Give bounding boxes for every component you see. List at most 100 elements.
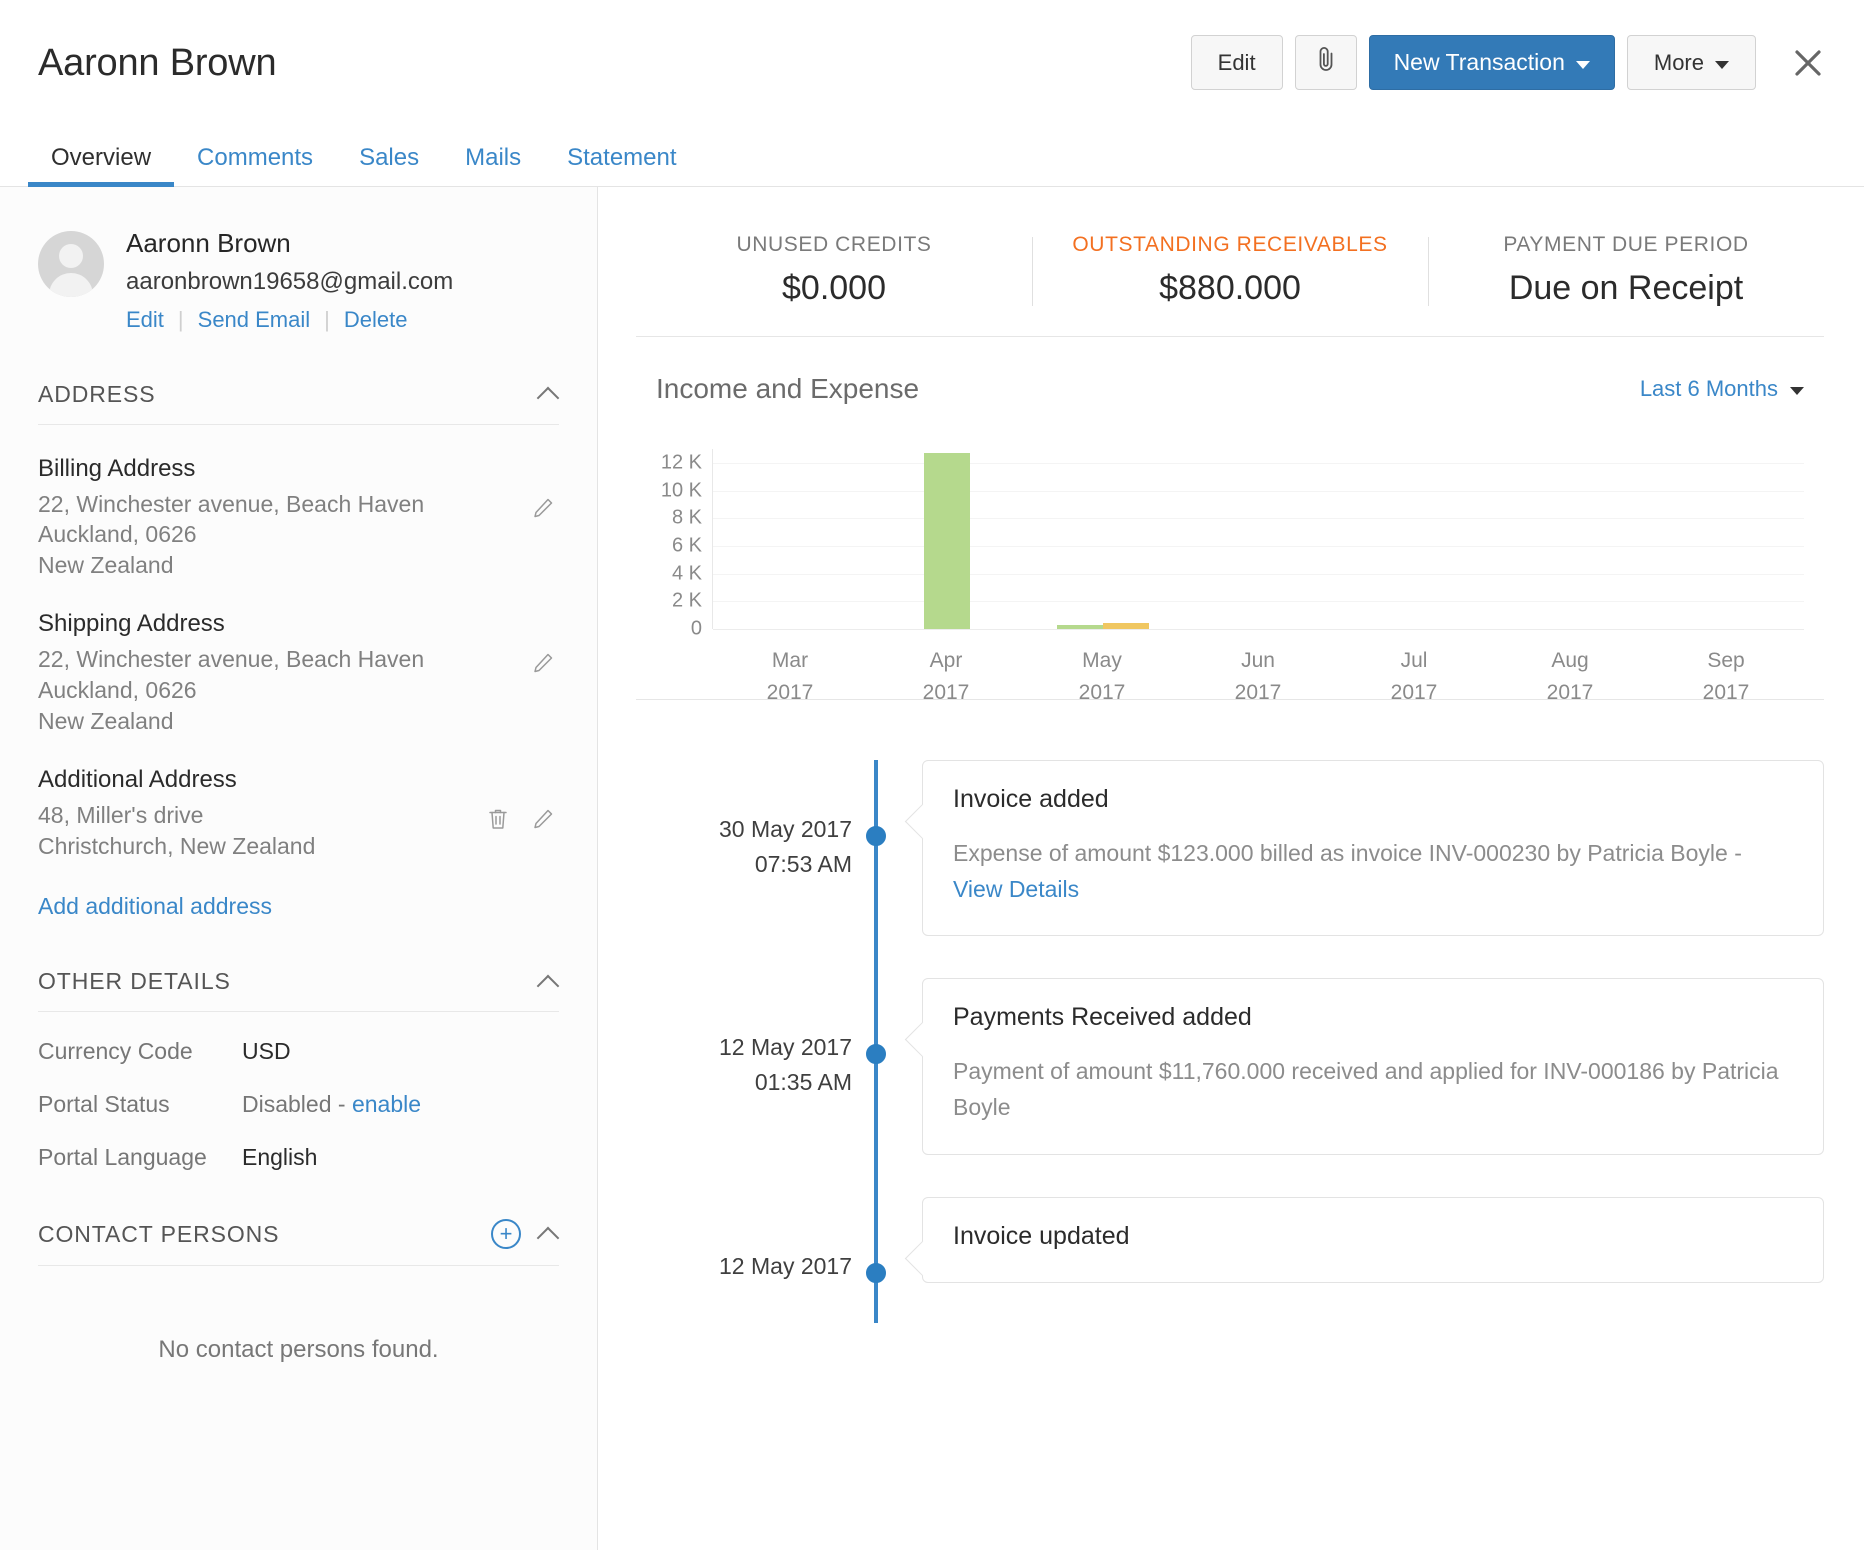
timeline-date: 12 May 2017 [636,1249,852,1284]
chart-bar-group [1025,449,1181,629]
address-section-header[interactable]: ADDRESS [38,381,559,425]
contact-persons-empty-text: No contact persons found. [38,1336,559,1364]
pencil-icon[interactable] [531,807,555,836]
profile-edit-link[interactable]: Edit [126,307,164,333]
shipping-address-label: Shipping Address [38,610,559,638]
more-button[interactable]: More [1627,35,1756,90]
profile-card: Aaronn Brown aaronbrown19658@gmail.com E… [38,227,559,333]
stat-outstanding-receivables: OUTSTANDING RECEIVABLES $880.000 [1032,233,1428,308]
timeline-card-title: Invoice added [953,785,1793,814]
address-section-tools [539,384,559,404]
timeline-date-group: 12 May 2017 01:35 AM [636,978,852,1154]
avatar [38,231,104,297]
trash-icon[interactable] [487,807,509,836]
chevron-up-icon[interactable] [539,384,559,404]
detail-value: Disabled [242,1091,332,1117]
contact-persons-section-header[interactable]: CONTACT PERSONS + [38,1219,559,1266]
header-actions: Edit New Transaction More [1191,35,1830,90]
additional-address-label: Additional Address [38,766,559,794]
chart-x-tick: Mar2017 [712,645,868,708]
close-button[interactable] [1786,41,1830,85]
tab-overview[interactable]: Overview [28,146,174,186]
chart-plot-area: 02 K4 K6 K8 K10 K12 K Mar2017Apr2017May2… [636,449,1824,699]
detail-value-group: Disabled - enable [242,1091,421,1118]
timeline-card: Payments Received added Payment of amoun… [922,978,1824,1154]
timeline-item: 12 May 2017 01:35 AM Payments Received a… [636,978,1824,1154]
additional-address-line-2: Christchurch, New Zealand [38,831,559,862]
new-transaction-button[interactable]: New Transaction [1369,35,1615,90]
chart-x-tick: Sep2017 [1648,645,1804,708]
detail-key: Portal Status [38,1091,242,1118]
shipping-address-line-2: Auckland, 0626 [38,675,559,706]
contact-persons-section-tools: + [491,1219,559,1249]
shipping-address-line-1: 22, Winchester avenue, Beach Haven [38,644,559,675]
profile-email: aaronbrown19658@gmail.com [126,266,453,297]
timeline-card: Invoice updated [922,1197,1824,1284]
chart-range-selector[interactable]: Last 6 Months [1640,376,1804,402]
chart-y-tick: 10 K [661,479,702,502]
new-transaction-label: New Transaction [1394,49,1565,76]
stat-value: $0.000 [656,269,1012,308]
billing-address-actions [531,496,555,525]
address-section-title: ADDRESS [38,381,156,408]
shipping-address-actions [531,651,555,680]
stats-bar: UNUSED CREDITS $0.000 OUTSTANDING RECEIV… [636,233,1824,337]
other-details-section-title: OTHER DETAILS [38,968,231,995]
detail-row-portal-language: Portal Language English [38,1144,559,1171]
timeline-dot [866,1044,886,1064]
chart-bar-group [869,449,1025,629]
timeline-card-title: Payments Received added [953,1003,1793,1032]
chart-y-tick: 8 K [672,507,702,530]
chart-bar-income[interactable] [1057,625,1103,629]
chart-x-tick: May2017 [1024,645,1180,708]
timeline-time: 01:35 AM [636,1065,852,1100]
attachment-button[interactable] [1295,35,1357,90]
profile-send-email-link[interactable]: Send Email [198,307,311,333]
customer-detail-page: Aaronn Brown Edit New Transaction More [0,0,1864,1550]
detail-row-currency-code: Currency Code USD [38,1038,559,1065]
tab-statement[interactable]: Statement [544,146,699,186]
sidebar: Aaronn Brown aaronbrown19658@gmail.com E… [0,187,598,1550]
timeline-date-group: 12 May 2017 [636,1197,852,1284]
enable-portal-link[interactable]: enable [352,1091,421,1117]
chevron-up-icon[interactable] [539,972,559,992]
pencil-icon[interactable] [531,496,555,525]
timeline-dot [866,1263,886,1283]
activity-timeline: 30 May 2017 07:53 AM Invoice added Expen… [636,760,1824,1283]
profile-name: Aaronn Brown [126,227,453,260]
separator: | [324,307,330,333]
chevron-up-icon[interactable] [539,1224,559,1244]
profile-delete-link[interactable]: Delete [344,307,408,333]
view-details-link[interactable]: View Details [953,876,1079,902]
tab-comments[interactable]: Comments [174,146,336,186]
chart-header: Income and Expense Last 6 Months [636,373,1824,405]
chart-bar-expense[interactable] [1103,623,1149,629]
stat-label: OUTSTANDING RECEIVABLES [1052,233,1408,257]
profile-actions: Edit | Send Email | Delete [126,307,453,333]
other-details-section-header[interactable]: OTHER DETAILS [38,968,559,1012]
timeline-time: 07:53 AM [636,847,852,882]
tab-sales[interactable]: Sales [336,146,442,186]
page-body: Aaronn Brown aaronbrown19658@gmail.com E… [0,187,1864,1550]
additional-address-line-1: 48, Miller's drive [38,800,559,831]
add-contact-person-icon[interactable]: + [491,1219,521,1249]
chart-bar-group [1336,449,1492,629]
add-additional-address-link[interactable]: Add additional address [38,893,559,920]
billing-address-line-2: Auckland, 0626 [38,519,559,550]
pencil-icon[interactable] [531,651,555,680]
tab-bar: Overview Comments Sales Mails Statement [0,125,1864,187]
tab-mails[interactable]: Mails [442,146,544,186]
chart-range-label: Last 6 Months [1640,376,1778,402]
timeline-card-body: Payment of amount $11,760.000 received a… [953,1054,1793,1125]
timeline-date: 12 May 2017 [636,1030,852,1065]
timeline-card-body: Expense of amount $123.000 billed as inv… [953,836,1793,907]
billing-address-label: Billing Address [38,455,559,483]
close-icon [1790,45,1826,81]
chart-bar-income[interactable] [924,453,970,629]
edit-button[interactable]: Edit [1191,35,1283,90]
chart-y-axis: 02 K4 K6 K8 K10 K12 K [636,449,702,629]
timeline-date-group: 30 May 2017 07:53 AM [636,760,852,936]
timeline-card-title: Invoice updated [953,1222,1793,1251]
chart-title: Income and Expense [656,373,919,405]
detail-row-portal-status: Portal Status Disabled - enable [38,1091,559,1118]
